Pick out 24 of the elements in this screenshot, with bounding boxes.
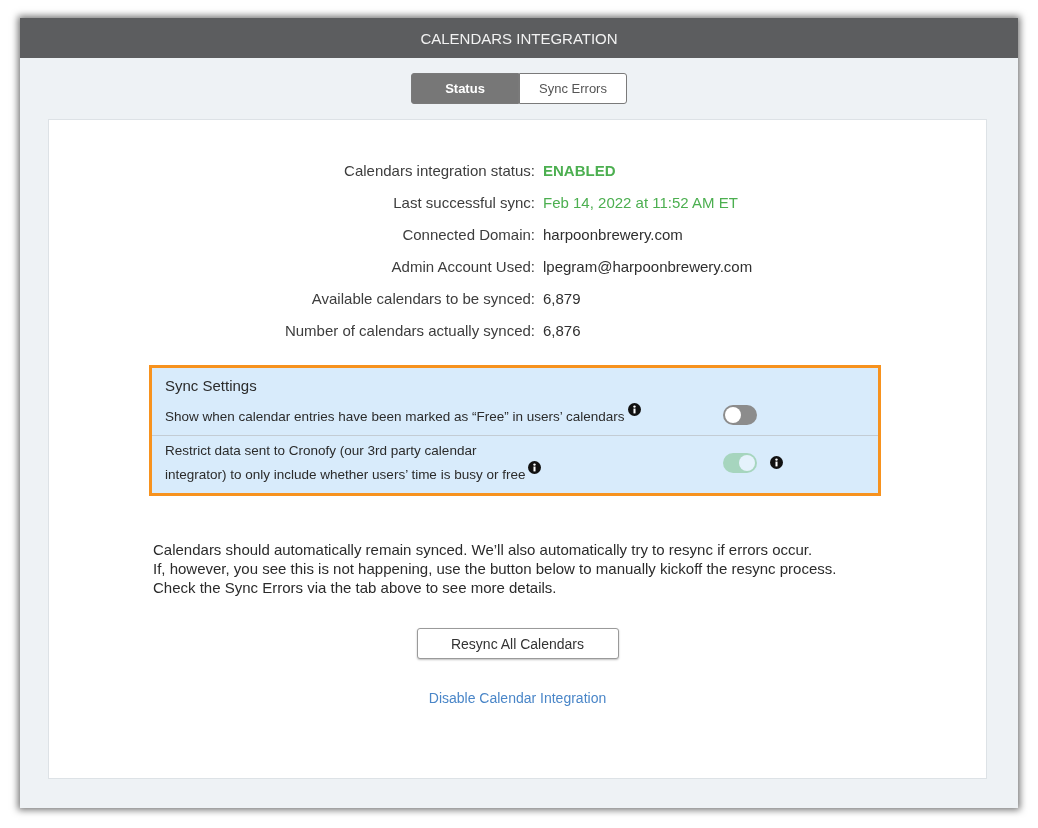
tab[interactable]: Sync Errors <box>519 73 627 104</box>
field-label: Admin Account Used: <box>391 257 535 277</box>
info-icon[interactable] <box>627 403 641 416</box>
tab[interactable]: Status <box>411 73 519 104</box>
resync-button[interactable]: Resync All Calendars <box>416 628 619 659</box>
field-label: Number of calendars actually synced: <box>284 321 535 341</box>
field-value: lpegram@harpoonbrewery.com <box>543 257 753 277</box>
field-label: Last successful sync: <box>393 193 535 213</box>
setting-label: Show when calendar entries have been marked as “Free” in users’ calendars <box>165 409 625 424</box>
field-value: ENABLED <box>543 161 616 181</box>
toggle-switch[interactable] <box>723 405 757 425</box>
field-value: 6,879 <box>543 289 581 309</box>
field-value: Feb 14, 2022 at 11:52 AM ET <box>543 193 738 213</box>
notice-paragraph: Calendars should automatically remain synced. We’ll also automatically try to resync if errors occur. If, however, you see this is not happening, use the button below to manually kickoff the resync process. Check the Sync Errors via the tab above to see more details. <box>153 540 837 597</box>
disable-integration-link[interactable]: Disable Calendar Integration <box>428 689 607 707</box>
field-value: harpoonbrewery.com <box>543 225 683 245</box>
field-label: Connected Domain: <box>402 225 535 245</box>
field-label: Calendars integration status: <box>344 161 535 181</box>
window-title: CALENDARS INTEGRATION <box>420 29 618 47</box>
section-title: Sync Settings <box>165 377 257 395</box>
info-icon[interactable] <box>528 461 542 474</box>
field-value: 6,876 <box>543 321 581 341</box>
field-label: Available calendars to be synced: <box>311 289 535 309</box>
setting-label: Restrict data sent to Cronofy (our 3rd party calendar integrator) to only include whether users’ time is busy or free <box>165 443 526 482</box>
